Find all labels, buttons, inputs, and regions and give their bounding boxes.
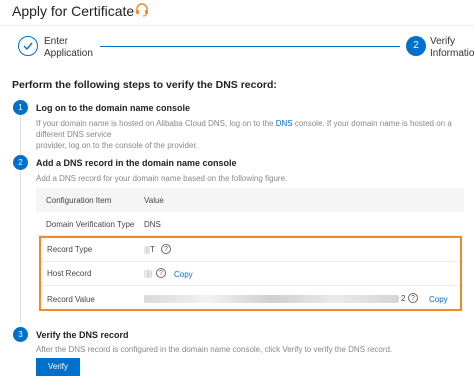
step-1-desc-part-a: If your domain name is hosted on Alibaba… — [36, 119, 276, 128]
step-3-badge: 3 — [13, 327, 28, 342]
timeline-line-1 — [20, 114, 21, 154]
verify-button[interactable]: Verify — [36, 358, 80, 376]
redacted-value — [144, 295, 399, 303]
page-title: Apply for Certificate — [12, 3, 135, 19]
host-record-key: Host Record — [47, 269, 92, 278]
table-row-host-record: Host Record ? Copy — [41, 262, 460, 286]
step-connector — [100, 46, 400, 47]
help-icon[interactable]: ? — [161, 244, 171, 254]
step-2-badge: 2 — [13, 155, 28, 170]
dns-console-link[interactable]: DNS — [276, 119, 293, 128]
highlighted-dns-fields: Record Type T ? Host Record ? Copy Recor… — [39, 236, 462, 311]
redacted-value — [144, 270, 152, 278]
verification-type-key: Domain Verification Type — [46, 220, 135, 229]
record-type-key: Record Type — [47, 245, 93, 254]
step-1-description: If your domain name is hosted on Alibaba… — [36, 118, 466, 151]
step-1-label: Enter Application — [44, 36, 93, 60]
record-value-key: Record Value — [47, 295, 95, 304]
page-header: Apply for Certificate — [0, 0, 474, 26]
step-1-complete-indicator — [18, 36, 38, 56]
step-2-title: Add a DNS record in the domain name cons… — [36, 158, 237, 168]
customer-support-icon[interactable] — [134, 2, 150, 18]
step-2-number: 2 — [406, 36, 426, 56]
step-2-label-line2: Informatio — [430, 48, 474, 59]
header-config-item: Configuration Item — [46, 196, 112, 205]
step-1-label-line2: Application — [44, 48, 93, 59]
check-icon — [23, 42, 33, 51]
verification-type-value: DNS — [144, 220, 161, 229]
copy-record-value-button[interactable]: Copy — [429, 295, 448, 304]
step-3-description: After the DNS record is configured in th… — [36, 345, 393, 354]
step-1-title: Log on to the domain name console — [36, 103, 191, 113]
step-1-badge: 1 — [13, 100, 28, 115]
step-2-label-line1: Verify — [430, 36, 456, 47]
header-value: Value — [144, 196, 164, 205]
table-row-verification-type: Domain Verification Type DNS — [36, 212, 464, 236]
record-type-value: T — [150, 245, 155, 254]
step-1-label-line1: Enter — [44, 36, 68, 47]
copy-host-record-button[interactable]: Copy — [174, 270, 193, 279]
timeline-line-2 — [20, 170, 21, 322]
step-3-title: Verify the DNS record — [36, 330, 129, 340]
progress-steps: Enter Application 2 Verify Informatio — [0, 30, 474, 70]
step-2-description: Add a DNS record for your domain name ba… — [36, 174, 288, 183]
step-2-label: Verify Informatio — [430, 36, 474, 60]
table-header-row: Configuration Item Value — [36, 188, 464, 212]
section-title: Perform the following steps to verify th… — [12, 79, 277, 91]
help-icon[interactable]: ? — [408, 293, 418, 303]
step-1-desc-part-c: provider, log on to the console of the p… — [36, 141, 198, 150]
table-row-record-value: Record Value 2 ? Copy — [41, 286, 460, 311]
table-row-record-type: Record Type T ? — [41, 238, 460, 262]
help-icon[interactable]: ? — [156, 268, 166, 278]
record-value-tail: 2 — [401, 294, 406, 303]
